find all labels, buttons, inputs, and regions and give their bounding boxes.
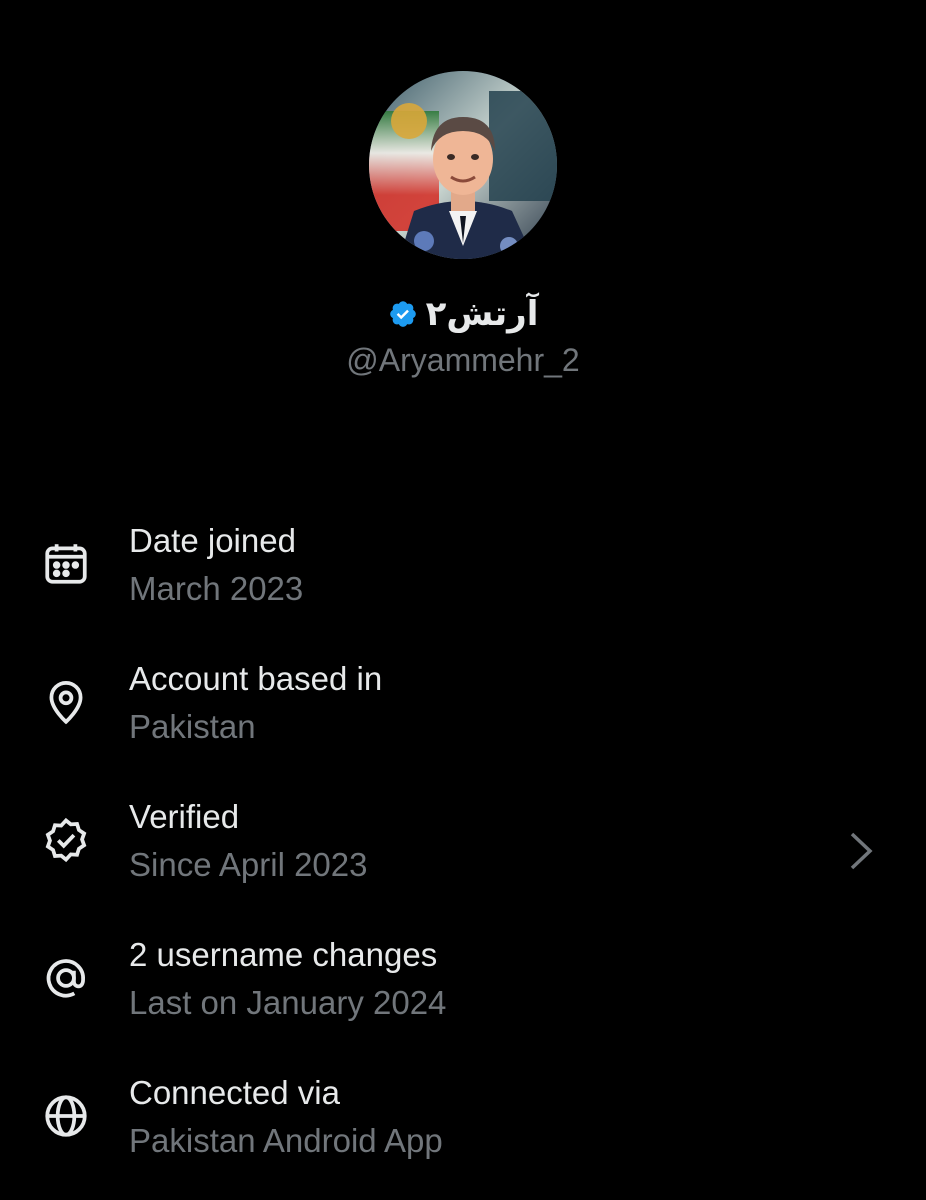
display-name-row: آرتش۲ [0,292,926,336]
info-value: Pakistan [129,708,256,745]
info-row-connected-via: Connected via Pakistan Android App [0,1064,926,1200]
display-name: آرتش۲ [425,294,539,334]
info-label: Date joined [129,522,296,559]
info-label: Connected via [129,1074,340,1111]
location-pin-icon [40,676,92,728]
info-label: 2 username changes [129,936,438,973]
info-row-account-location: Account based in Pakistan [0,650,926,788]
info-value: Pakistan Android App [129,1122,443,1159]
about-account-page: آرتش۲ @Aryammehr_2 Date joined March 202… [0,0,926,1200]
username-handle: @Aryammehr_2 [346,342,580,378]
profile-avatar[interactable] [369,71,557,259]
info-row-verified[interactable]: Verified Since April 2023 [0,788,926,926]
info-row-date-joined: Date joined March 2023 [0,512,926,650]
verified-badge-icon [40,814,92,866]
info-label: Account based in [129,660,383,697]
info-value: Last on January 2024 [129,984,447,1021]
verified-badge-icon[interactable] [388,299,418,329]
calendar-icon [40,538,92,590]
info-value: March 2023 [129,570,304,607]
account-info-list: Date joined March 2023 Account based in … [0,512,926,1200]
info-row-username-changes: 2 username changes Last on January 2024 [0,926,926,1064]
chevron-right-icon[interactable] [846,828,876,874]
globe-icon [40,1090,92,1142]
info-label: Verified [129,798,240,835]
info-value: Since April 2023 [129,846,368,883]
at-sign-icon [40,952,92,1004]
